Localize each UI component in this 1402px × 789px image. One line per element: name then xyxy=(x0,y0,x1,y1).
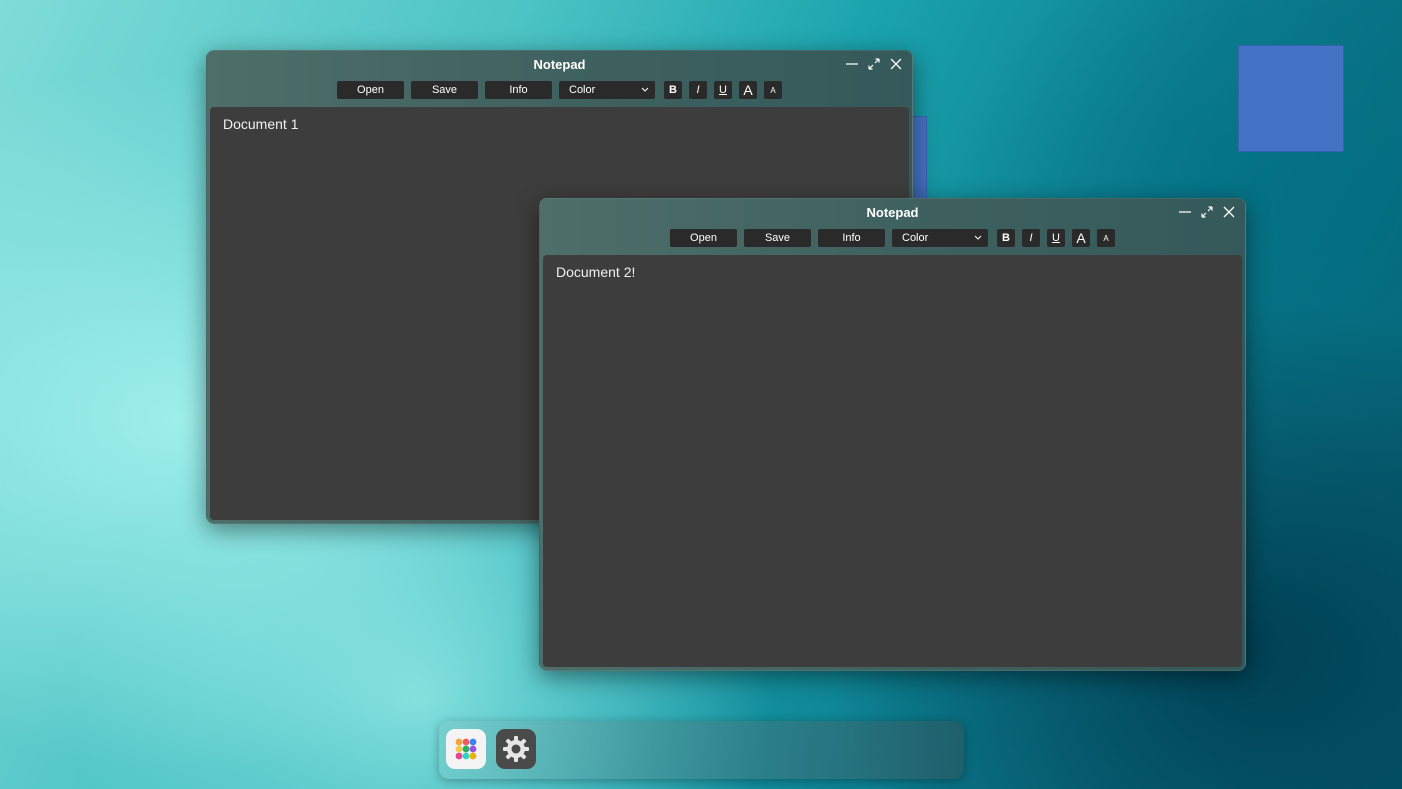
font-bigger-button[interactable]: A xyxy=(739,81,757,99)
italic-button[interactable]: I xyxy=(689,81,707,99)
window-title: Notepad xyxy=(866,205,919,220)
maximize-icon[interactable] xyxy=(866,56,882,72)
app-grid-icon[interactable] xyxy=(446,729,486,769)
bold-button[interactable]: B xyxy=(664,81,682,99)
chevron-down-icon xyxy=(974,232,982,244)
open-button[interactable]: Open xyxy=(337,81,404,99)
underline-button[interactable]: U xyxy=(714,81,732,99)
window-titlebar[interactable]: Notepad xyxy=(207,51,912,79)
font-smaller-button[interactable]: A xyxy=(1097,229,1115,247)
close-icon[interactable] xyxy=(1221,204,1237,220)
underline-button[interactable]: U xyxy=(1047,229,1065,247)
save-button[interactable]: Save xyxy=(411,81,478,99)
notepad-window-2[interactable]: Notepad Open Save Info Color B I U A A D… xyxy=(539,198,1246,671)
font-bigger-button[interactable]: A xyxy=(1072,229,1090,247)
color-select-label: Color xyxy=(902,232,929,244)
minimize-icon[interactable] xyxy=(1177,204,1193,220)
font-smaller-button[interactable]: A xyxy=(764,81,782,99)
minimize-icon[interactable] xyxy=(844,56,860,72)
close-icon[interactable] xyxy=(888,56,904,72)
notepad-toolbar: Open Save Info Color B I U A A xyxy=(207,80,912,100)
settings-gear-icon[interactable] xyxy=(496,729,536,769)
open-button[interactable]: Open xyxy=(670,229,737,247)
bold-button[interactable]: B xyxy=(997,229,1015,247)
window-titlebar[interactable]: Notepad xyxy=(540,199,1245,227)
taskbar-dock xyxy=(439,721,964,779)
info-button[interactable]: Info xyxy=(485,81,552,99)
maximize-icon[interactable] xyxy=(1199,204,1215,220)
italic-button[interactable]: I xyxy=(1022,229,1040,247)
text-editor[interactable]: Document 2! xyxy=(543,255,1242,667)
chevron-down-icon xyxy=(641,84,649,96)
save-button[interactable]: Save xyxy=(744,229,811,247)
color-select[interactable]: Color xyxy=(892,229,988,247)
color-select[interactable]: Color xyxy=(559,81,655,99)
color-select-label: Color xyxy=(569,84,596,96)
desktop-item-square[interactable] xyxy=(1238,45,1344,152)
info-button[interactable]: Info xyxy=(818,229,885,247)
window-title: Notepad xyxy=(533,57,586,72)
notepad-toolbar: Open Save Info Color B I U A A xyxy=(540,228,1245,248)
